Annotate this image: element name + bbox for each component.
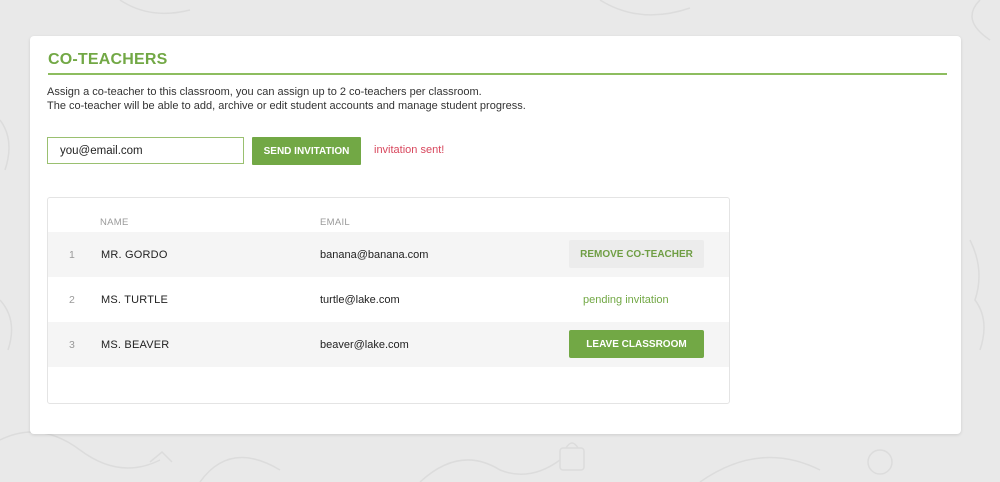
remove-coteacher-button[interactable]: REMOVE CO-TEACHER [569,240,704,268]
table-row: 1 MR. GORDO banana@banana.com REMOVE CO-… [48,232,729,277]
send-invitation-button[interactable]: SEND INVITATION [252,137,361,165]
column-header-name: NAME [100,217,129,228]
teacher-email: turtle@lake.com [320,293,400,306]
row-number: 1 [69,248,75,261]
section-title: CO-TEACHERS [48,51,168,68]
leave-classroom-button[interactable]: LEAVE CLASSROOM [569,330,704,358]
table-row: 2 MS. TURTLE turtle@lake.com pending inv… [48,277,729,322]
row-number: 2 [69,293,75,306]
description: Assign a co-teacher to this classroom, y… [47,86,526,113]
coteachers-card: CO-TEACHERS Assign a co-teacher to this … [30,36,961,434]
pending-invitation-status: pending invitation [583,293,669,306]
description-line: Assign a co-teacher to this classroom, y… [47,86,482,98]
teacher-name: MS. BEAVER [101,338,170,351]
teacher-name: MS. TURTLE [101,293,168,306]
table-row: 3 MS. BEAVER beaver@lake.com LEAVE CLASS… [48,322,729,367]
invite-email-input[interactable] [47,137,244,164]
teacher-email: beaver@lake.com [320,338,409,351]
row-number: 3 [69,338,75,351]
invitation-status-text: invitation sent! [374,144,445,156]
description-line: The co-teacher will be able to add, arch… [47,99,526,112]
teacher-name: MR. GORDO [101,248,168,261]
teacher-email: banana@banana.com [320,248,429,261]
coteachers-table: NAME EMAIL 1 MR. GORDO banana@banana.com… [47,197,730,404]
column-header-email: EMAIL [320,217,351,228]
title-divider [48,73,947,75]
